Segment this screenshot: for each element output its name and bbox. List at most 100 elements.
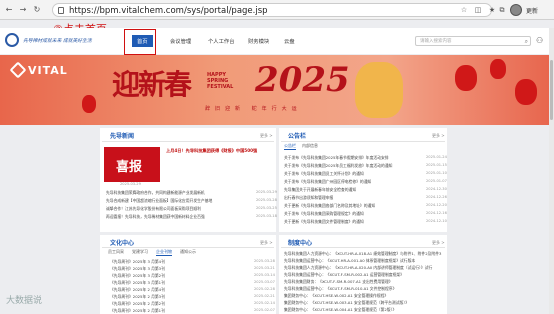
split-icon[interactable]: ◫ — [474, 6, 482, 14]
profile-avatar[interactable] — [510, 4, 522, 16]
list-item[interactable]: 《先导周刊》2025年 3 月第2刊 — [110, 273, 230, 279]
address-bar[interactable]: https://bpm.vitalchem.com/sys/portal/pag… — [52, 3, 492, 17]
collections-icon[interactable]: ⧉ — [498, 6, 506, 14]
item-date: 2024-12-26 — [426, 195, 447, 199]
list-item[interactable]: 关于发布《先导科技集团2025年员工福利发放》年度活动的通知 — [284, 163, 420, 169]
item-date: 2025-02-28 — [254, 287, 275, 291]
highlight-box — [124, 29, 156, 55]
news-more-link[interactable]: 更多 > — [260, 133, 273, 139]
banner-happy-spring: HAPPY SPRING FESTIVAL — [207, 72, 233, 90]
tab-publication[interactable]: 企业刊物 — [156, 249, 172, 256]
item-date: 2025-03-28 — [256, 198, 277, 202]
nav-cloud[interactable]: 云盘 — [284, 37, 295, 45]
list-item[interactable]: 《先导周刊》2025年 2 月第3刊 — [110, 294, 230, 300]
item-date: 2025-03-21 — [254, 266, 275, 270]
news-title: 先导新闻 — [110, 133, 135, 140]
list-item[interactable]: 先导合成新建【中国超浓缩行业面板】国际化应用开发生产基地 — [106, 198, 246, 204]
banner-year: 2025 — [255, 60, 350, 100]
refresh-icon[interactable]: ↻ — [32, 5, 42, 15]
list-item[interactable]: 先导科技集团人力资源中心：《XCUT-HR-A-018.A1 绩效管理制度》与附… — [284, 251, 444, 257]
nav-finance[interactable]: 财务模块 — [248, 37, 269, 45]
lantern-icon — [455, 65, 477, 91]
system-more-link[interactable]: 更多 > — [432, 240, 445, 246]
festival-text: FESTIVAL — [207, 84, 234, 90]
list-item[interactable]: 《先导周刊》2025年 3 月第1刊 — [110, 280, 230, 286]
scrollbar-thumb[interactable] — [550, 60, 553, 120]
tab-party[interactable]: 党建学习 — [132, 249, 148, 255]
item-date: 2025-03-25 — [256, 206, 277, 210]
list-item[interactable]: 先导科技集团运营中心：《XCUT-F-SM-R-002.A1 运营管理制度框架》 — [284, 272, 444, 278]
list-item[interactable]: 先导科技集团运营中心：《XCUT-F-SM-R-010.A1 文件控制程序》 — [284, 286, 444, 292]
banner-brand: VITAL — [28, 64, 68, 77]
item-date: 2025-01-07 — [426, 179, 447, 183]
list-item[interactable]: 再迎喜报！先导科技，先导稀材集团获中国新材料企业百强 — [106, 214, 246, 220]
tab-notice[interactable]: 公告栏 — [284, 143, 296, 150]
list-item[interactable]: 《先导周刊》2025年 3 月第4刊 — [110, 259, 230, 265]
item-date: 2025-03-14 — [254, 273, 275, 277]
list-item[interactable]: 先导科技集团运营中心：《XCUT-HR-A-001.A0 体系管理制度框架》试行… — [284, 258, 444, 264]
banner-subtitle: 辞旧迎新 蛇年行大运 — [205, 106, 302, 112]
nav-workbench[interactable]: 个人工作台 — [208, 37, 235, 45]
culture-more-link[interactable]: 更多 > — [260, 240, 273, 246]
divider — [281, 247, 445, 248]
item-date: 2025-03-18 — [256, 214, 277, 218]
notice-more-link[interactable]: 更多 > — [432, 133, 445, 139]
star-icon[interactable]: ☆ — [460, 6, 468, 14]
search-input[interactable]: 请输入搜索内容 ⌕ — [415, 36, 531, 46]
news-image[interactable]: 喜报 — [104, 147, 160, 182]
list-item[interactable]: 关于发布《先导科技集团采购管理规定》的通知 — [284, 211, 420, 217]
list-item[interactable]: 《先导周刊》2025年 2 月第2刊 — [110, 301, 230, 307]
divider — [281, 141, 445, 142]
item-date: 2024-12-20 — [426, 203, 447, 207]
snake-mascot-icon — [355, 62, 403, 118]
news-headline[interactable]: 上月4日！先导科技集团获得《财报》中国500强 — [166, 148, 257, 154]
search-placeholder: 请输入搜索内容 — [420, 39, 452, 44]
list-item[interactable]: 集团财务中心：《XCUT-HSE-W-002.A1 安全管理操作规程》 — [284, 293, 444, 299]
favorites-icon[interactable]: ★ — [488, 6, 496, 14]
forward-icon[interactable]: → — [18, 5, 28, 15]
divider — [102, 247, 274, 248]
list-item[interactable]: 关于更新《先导科技集团文件管理制度》的通知 — [284, 219, 420, 225]
news-image-date: 2025-03-29 — [120, 182, 141, 186]
item-date: 2024-12-10 — [426, 219, 447, 223]
watermark: 大数据说 — [6, 293, 42, 306]
item-date: 2025-01-10 — [426, 171, 447, 175]
lantern-icon — [515, 79, 537, 105]
update-label[interactable]: 更新 — [526, 6, 538, 15]
item-date: 2024-12-30 — [426, 187, 447, 191]
user-icon[interactable]: ⚇ — [536, 36, 543, 45]
item-date: 2025-02-14 — [254, 301, 275, 305]
list-item[interactable]: 关于发布《先导科技集团员工关怀计划》的通知 — [284, 171, 420, 177]
list-item[interactable]: 《先导周刊》2025年 2 月第1刊 — [110, 308, 230, 314]
item-date: 2025-03-29 — [256, 190, 277, 194]
watermark-text: 大数据说 — [6, 296, 43, 306]
tab-internal[interactable]: 内部信息 — [302, 143, 318, 149]
list-item[interactable]: 《先导周刊》2025年 3 月第3刊 — [110, 266, 230, 272]
list-item[interactable]: 关于发布《先导科技集团2025年春节假期安排》年度活动安排 — [284, 155, 420, 161]
item-date: 2024-12-16 — [426, 211, 447, 215]
news-image-text: 喜报 — [116, 160, 143, 175]
list-item[interactable]: 集团财务中心：《XCUT-HSE-W-003.A1 安全管理规范（跨平台测试版）… — [284, 300, 444, 306]
tab-announce[interactable]: 通知公示 — [180, 249, 196, 255]
system-title: 制度中心 — [288, 240, 313, 247]
list-item[interactable]: 出行春节出游须知和管理申报 — [284, 195, 420, 201]
lock-icon — [58, 7, 64, 14]
list-item[interactable]: 先导科技集团荣膺政府合作，共同构建新能源产业发展新机 — [106, 190, 246, 196]
url-text[interactable]: https://bpm.vitalchem.com/sys/portal/pag… — [69, 5, 268, 17]
search-icon[interactable]: ⌕ — [525, 38, 528, 46]
list-item[interactable]: 《先导周刊》2025年 2 月第4刊 — [110, 287, 230, 293]
back-icon[interactable]: ← — [4, 5, 14, 15]
list-item[interactable]: 先导科技集团人力资源中心：《XCUT-HR-A-020.A0 内部讲师管理制度（… — [284, 265, 444, 271]
list-item[interactable]: 关于更新《先导科技集团各部门名称及其地址》的通知 — [284, 203, 420, 209]
list-item[interactable]: 先导科技集团财务：《XCUT-F-SM-R-007.A1 支出性费用管理》 — [284, 279, 444, 285]
nav-meeting[interactable]: 会议管理 — [170, 37, 191, 45]
list-item[interactable]: 先导集团关于开展新春年前安全检查的通知 — [284, 187, 420, 193]
list-item[interactable]: 集团财务中心：《XCUT-HSE-W-004.A1 安全管理规范（第2版）》 — [284, 307, 444, 313]
list-item[interactable]: 诚挚合作！江苏先导化学股份有限公司面板采购项目顺利 — [106, 206, 246, 212]
divider — [102, 141, 274, 142]
item-date: 2025-01-15 — [426, 163, 447, 167]
browser-toolbar: ← → ↻ https://bpm.vitalchem.com/sys/port… — [0, 0, 554, 20]
tab-staff[interactable]: 员工风采 — [108, 249, 124, 255]
list-item[interactable]: 关于发布《先导科技集团广州园区停电检修》的通知 — [284, 179, 420, 185]
item-date: 2025-01-24 — [426, 155, 447, 159]
